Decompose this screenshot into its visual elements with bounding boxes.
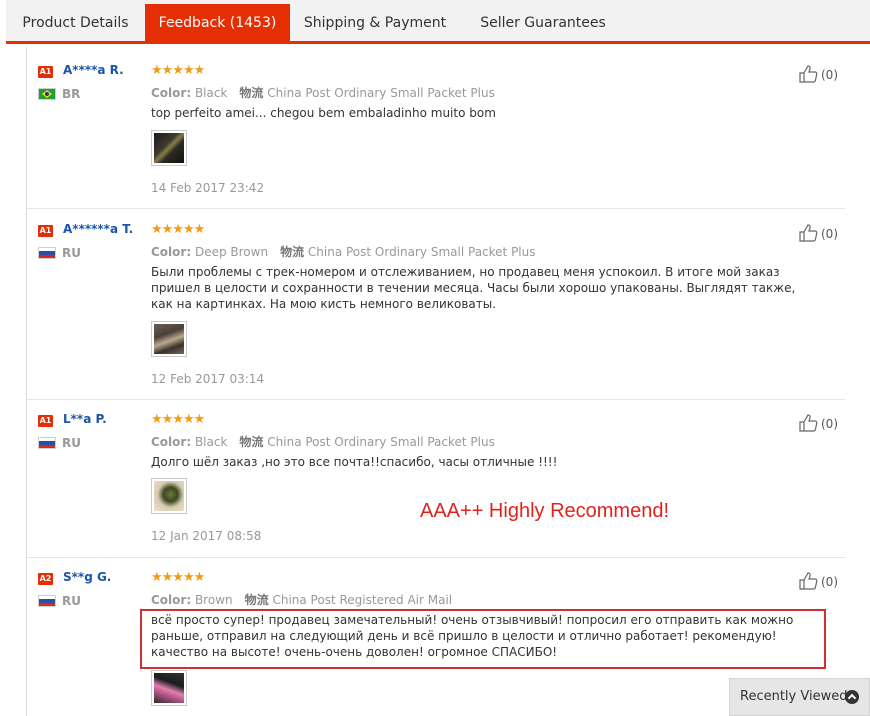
logistics-label: 物流 [239,435,264,449]
shipping-method: China Post Registered Air Mail [272,593,453,607]
star-rating: ★★★★★ [151,222,205,237]
shipping-method: China Post Ordinary Small Packet Plus [267,86,495,100]
tab-seller-guarantees[interactable]: Seller Guarantees [460,5,626,41]
color-value: Brown [194,593,233,607]
russia-flag-icon [38,437,56,449]
review-item: A1 L**a P. RU ★★★★★ Color: Black 物流 China… [27,400,845,558]
thumbs-up-icon [799,414,818,432]
buyer-country: BR [62,87,81,101]
helpful-button[interactable]: (0) [799,224,838,242]
thumbs-up-icon [799,65,818,83]
helpful-button[interactable]: (0) [799,65,838,83]
helpful-count: (0) [821,68,838,82]
buyer-country: RU [62,436,81,450]
review-date: 12 Feb 2017 03:14 [151,372,265,386]
logistics-label: 物流 [239,86,264,100]
brazil-flag-icon [38,88,56,100]
logistics-label: 物流 [244,593,269,607]
review-photo[interactable] [151,478,187,514]
color-value: Black [194,86,228,100]
tab-product-details[interactable]: Product Details [6,5,145,41]
russia-flag-icon [38,595,56,607]
buyer-name[interactable]: S**g G. [63,570,111,584]
review-photo[interactable] [151,321,187,357]
color-value: Black [194,435,228,449]
color-label: Color: [151,435,192,449]
highlight-annotation: AAA++ Highly Recommend! [420,500,670,522]
helpful-count: (0) [821,417,838,431]
color-value: Deep Brown [194,245,269,259]
review-text: top perfeito amei... chegou bem embaladi… [151,106,496,120]
color-label: Color: [151,86,192,100]
recently-viewed-button[interactable]: Recently Viewed [729,678,870,716]
chevron-up-icon [845,690,859,704]
logistics-label: 物流 [280,245,305,259]
star-rating: ★★★★★ [151,63,205,78]
review-text: Были проблемы с трек-номером и отслежива… [151,265,796,311]
helpful-button[interactable]: (0) [799,572,838,590]
buyer-level-badge: A1 [38,66,53,78]
recently-viewed-label: Recently Viewed [740,689,848,704]
order-info: Color: Deep Brown 物流 China Post Ordinary … [151,243,536,260]
review-date: 12 Jan 2017 08:58 [151,529,262,543]
review-photo[interactable] [151,130,187,166]
review-text: Долго шёл заказ ,но это все почта!!спаси… [151,455,558,469]
helpful-button[interactable]: (0) [799,414,838,432]
tab-bar: Product Details Feedback (1453) Shipping… [6,0,870,44]
buyer-name[interactable]: L**a P. [63,412,107,426]
color-label: Color: [151,245,192,259]
thumbs-up-icon [799,572,818,590]
star-rating: ★★★★★ [151,570,205,585]
tab-feedback[interactable]: Feedback (1453) [145,4,290,44]
buyer-country: RU [62,594,81,608]
order-info: Color: Brown 物流 China Post Registered Air… [151,591,452,608]
helpful-count: (0) [821,575,838,589]
order-info: Color: Black 物流 China Post Ordinary Small… [151,84,495,101]
star-rating: ★★★★★ [151,412,205,427]
review-photo[interactable] [151,670,187,706]
buyer-country: RU [62,246,81,260]
review-item: A1 A****a R. BR ★★★★★ Color: Black 物流 Chi… [27,47,845,209]
color-label: Color: [151,593,192,607]
review-item: A1 A******a T. RU ★★★★★ Color: Deep Brow… [27,209,845,400]
buyer-level-badge: A2 [38,573,53,585]
buyer-name[interactable]: A****a R. [63,63,124,77]
buyer-name[interactable]: A******a T. [63,222,133,236]
order-info: Color: Black 物流 China Post Ordinary Small… [151,433,495,450]
thumbs-up-icon [799,224,818,242]
highlight-box [140,609,826,669]
buyer-level-badge: A1 [38,225,53,237]
shipping-method: China Post Ordinary Small Packet Plus [267,435,495,449]
russia-flag-icon [38,247,56,259]
review-date: 14 Feb 2017 23:42 [151,181,265,195]
shipping-method: China Post Ordinary Small Packet Plus [307,245,536,259]
helpful-count: (0) [821,227,838,241]
buyer-level-badge: A1 [38,415,53,427]
tab-shipping-payment[interactable]: Shipping & Payment [290,5,460,41]
